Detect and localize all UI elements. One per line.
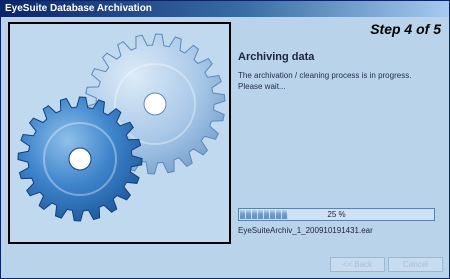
back-button[interactable]: << Back — [330, 257, 385, 272]
section-title: Archiving data — [238, 51, 315, 63]
step-indicator: Step 4 of 5 — [370, 21, 441, 37]
archive-progress-bar: 25 % — [238, 208, 435, 221]
section-description: The archivation / cleaning process is in… — [238, 70, 443, 92]
cancel-button[interactable]: Cancel — [388, 257, 443, 272]
progress-label: 25 % — [327, 210, 346, 219]
title-bar: EyeSuite Database Archivation — [1, 1, 449, 17]
gears-svg — [17, 33, 226, 222]
gears-illustration — [8, 22, 231, 244]
description-line: The archivation / cleaning process is in… — [238, 71, 412, 80]
description-line: Please wait... — [238, 82, 286, 91]
archive-filename: EyeSuiteArchiv_1_200910191431.ear — [238, 226, 373, 235]
archivation-window: EyeSuite Database Archivation Step 4 of … — [0, 0, 450, 279]
